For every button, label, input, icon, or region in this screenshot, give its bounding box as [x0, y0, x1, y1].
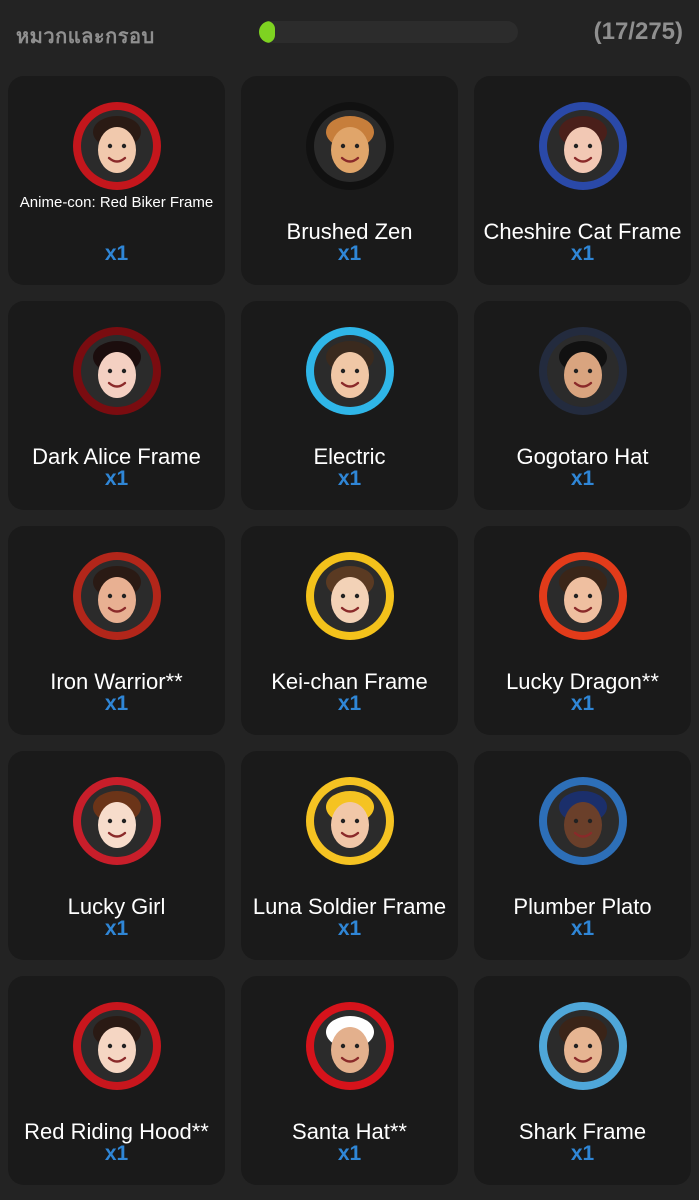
- item-card[interactable]: Luna Soldier Frame x1: [241, 751, 458, 960]
- item-card[interactable]: Lucky Dragon** x1: [474, 526, 691, 735]
- header: หมวกและกรอบ (17/275): [0, 0, 699, 64]
- dark-alice-frame-icon: [69, 321, 165, 417]
- item-quantity: x1: [104, 917, 129, 940]
- item-quantity: x1: [337, 917, 362, 940]
- plumber-plato-icon: [535, 771, 631, 867]
- item-card[interactable]: Cheshire Cat Frame x1: [474, 76, 691, 285]
- item-quantity: x1: [104, 692, 129, 715]
- item-quantity: x1: [337, 467, 362, 490]
- luna-soldier-frame-icon: [302, 771, 398, 867]
- item-quantity: x1: [337, 692, 362, 715]
- page-title: หมวกและกรอบ: [16, 26, 155, 48]
- brushed-zen-icon: [302, 96, 398, 192]
- lucky-dragon-icon: [535, 546, 631, 642]
- item-card[interactable]: Electric x1: [241, 301, 458, 510]
- item-card[interactable]: Lucky Girl x1: [8, 751, 225, 960]
- item-quantity: x1: [104, 467, 129, 490]
- item-quantity: x1: [104, 242, 129, 265]
- red-biker-frame-icon: [69, 96, 165, 192]
- shark-frame-icon: [535, 996, 631, 1092]
- gogotaro-hat-icon: [535, 321, 631, 417]
- item-quantity: x1: [570, 917, 595, 940]
- item-quantity: x1: [570, 692, 595, 715]
- item-grid: Anime-con: Red Biker Frame x1 Brushed Zen x…: [8, 76, 691, 1185]
- item-card[interactable]: Brushed Zen x1: [241, 76, 458, 285]
- item-quantity: x1: [570, 1142, 595, 1165]
- item-card[interactable]: Anime-con: Red Biker Frame x1: [8, 76, 225, 285]
- item-card[interactable]: Plumber Plato x1: [474, 751, 691, 960]
- iron-warrior-icon: [69, 546, 165, 642]
- item-quantity: x1: [104, 1142, 129, 1165]
- item-card[interactable]: Dark Alice Frame x1: [8, 301, 225, 510]
- item-card[interactable]: Shark Frame x1: [474, 976, 691, 1185]
- lucky-girl-icon: [69, 771, 165, 867]
- item-quantity: x1: [570, 242, 595, 265]
- kei-chan-frame-icon: [302, 546, 398, 642]
- item-card[interactable]: Red Riding Hood** x1: [8, 976, 225, 1185]
- item-quantity: x1: [337, 242, 362, 265]
- collection-count: (17/275): [593, 18, 683, 45]
- collection-progress-bar: [259, 21, 518, 43]
- item-card[interactable]: Iron Warrior** x1: [8, 526, 225, 735]
- item-quantity: x1: [570, 467, 595, 490]
- item-quantity: x1: [337, 1142, 362, 1165]
- item-card[interactable]: Kei-chan Frame x1: [241, 526, 458, 735]
- red-riding-hood-icon: [69, 996, 165, 1092]
- electric-frame-icon: [302, 321, 398, 417]
- progress-fill: [259, 21, 276, 43]
- cheshire-cat-frame-icon: [535, 96, 631, 192]
- item-card[interactable]: Gogotaro Hat x1: [474, 301, 691, 510]
- item-card[interactable]: Santa Hat** x1: [241, 976, 458, 1185]
- santa-hat-icon: [302, 996, 398, 1092]
